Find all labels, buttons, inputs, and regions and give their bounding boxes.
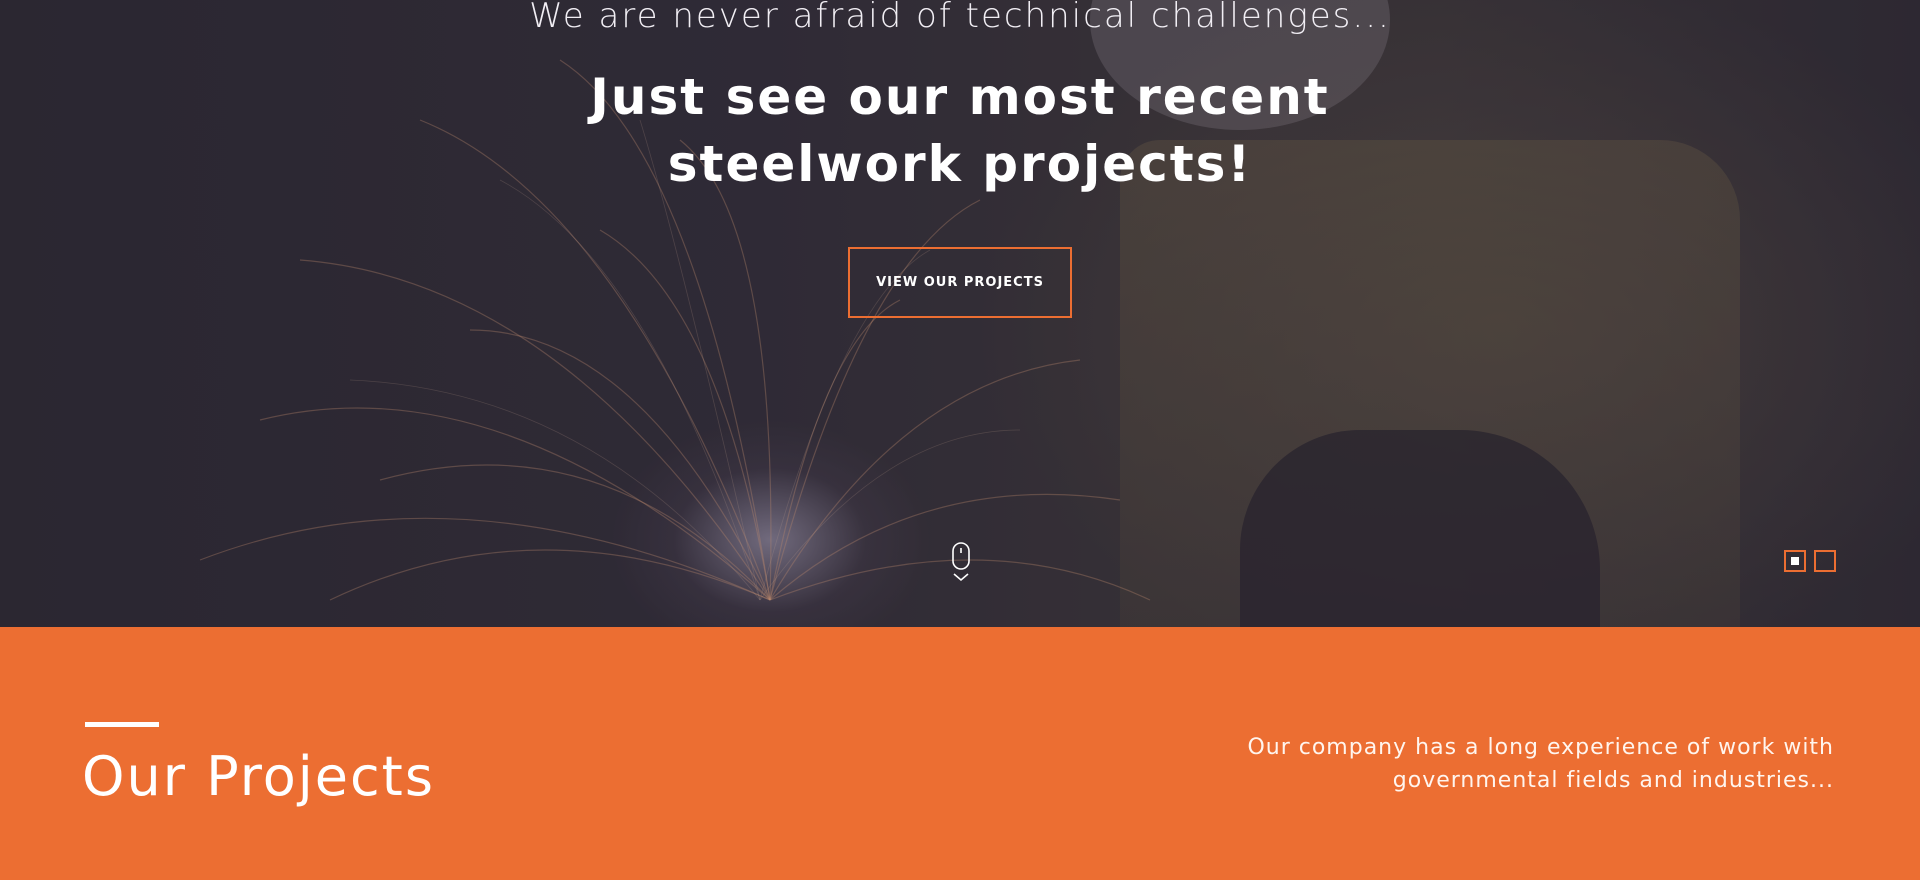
- slider-dot-2[interactable]: [1814, 550, 1836, 572]
- our-projects-section: Our Projects Our company has a long expe…: [0, 627, 1920, 880]
- slider-pagination: [1784, 550, 1836, 572]
- hero-title: Just see our most recent steelwork proje…: [590, 68, 1330, 193]
- section-accent-line: [85, 722, 159, 727]
- mouse-scroll-icon[interactable]: [950, 542, 972, 584]
- view-projects-button[interactable]: VIEW OUR PROJECTS: [848, 247, 1072, 318]
- hero-slider: We are never afraid of technical challen…: [0, 0, 1920, 627]
- section-title: Our Projects: [82, 745, 435, 808]
- section-description: Our company has a long experience of wor…: [1247, 735, 1834, 793]
- hero-subtitle: We are never afraid of technical challen…: [529, 0, 1391, 36]
- slider-dot-1[interactable]: [1784, 550, 1806, 572]
